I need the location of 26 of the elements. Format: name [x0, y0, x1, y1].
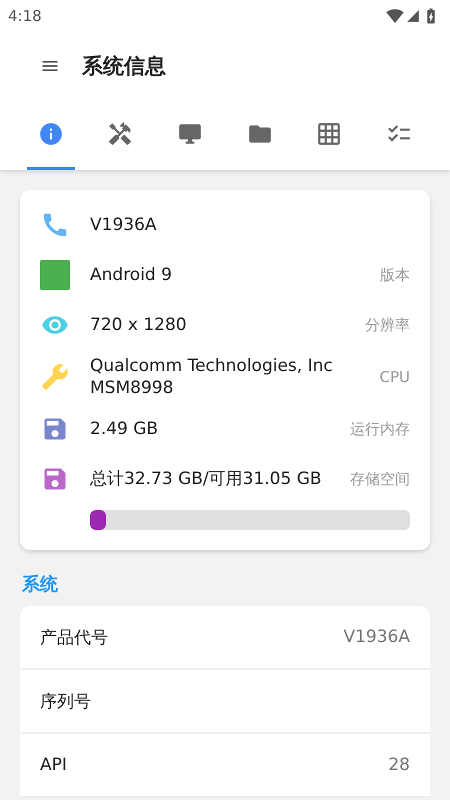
info-value: 2.49 GB	[90, 418, 160, 440]
info-label: 分辨率	[365, 316, 410, 334]
info-label: 版本	[380, 266, 410, 284]
square-icon	[40, 260, 70, 290]
info-value: Qualcomm Technologies, Inc MSM8998	[90, 355, 334, 400]
row-label: 序列号	[40, 690, 91, 713]
app-title: 系统信息	[82, 53, 166, 80]
info-icon	[38, 120, 64, 146]
row-value: 28	[388, 755, 410, 776]
row-value: V1936A	[343, 627, 410, 648]
info-value: 720 x 1280	[90, 314, 188, 336]
wifi-icon	[386, 7, 404, 25]
info-label: 存储空间	[350, 470, 410, 489]
signal-icon	[406, 9, 420, 23]
info-value: 总计32.73 GB/可用31.05 GB	[90, 468, 323, 490]
grid-icon	[316, 120, 342, 146]
info-value: V1936A	[90, 214, 158, 236]
status-time: 4:18	[8, 7, 42, 25]
row-label: 产品代号	[40, 626, 108, 649]
info-label: 运行内存	[350, 420, 410, 439]
wrench-icon	[41, 363, 69, 392]
section-title: 系统	[22, 573, 59, 596]
row-label: API	[40, 755, 67, 776]
info-value: Android 9	[90, 264, 173, 286]
tools-icon	[107, 120, 134, 146]
info-label: CPU	[380, 368, 410, 386]
